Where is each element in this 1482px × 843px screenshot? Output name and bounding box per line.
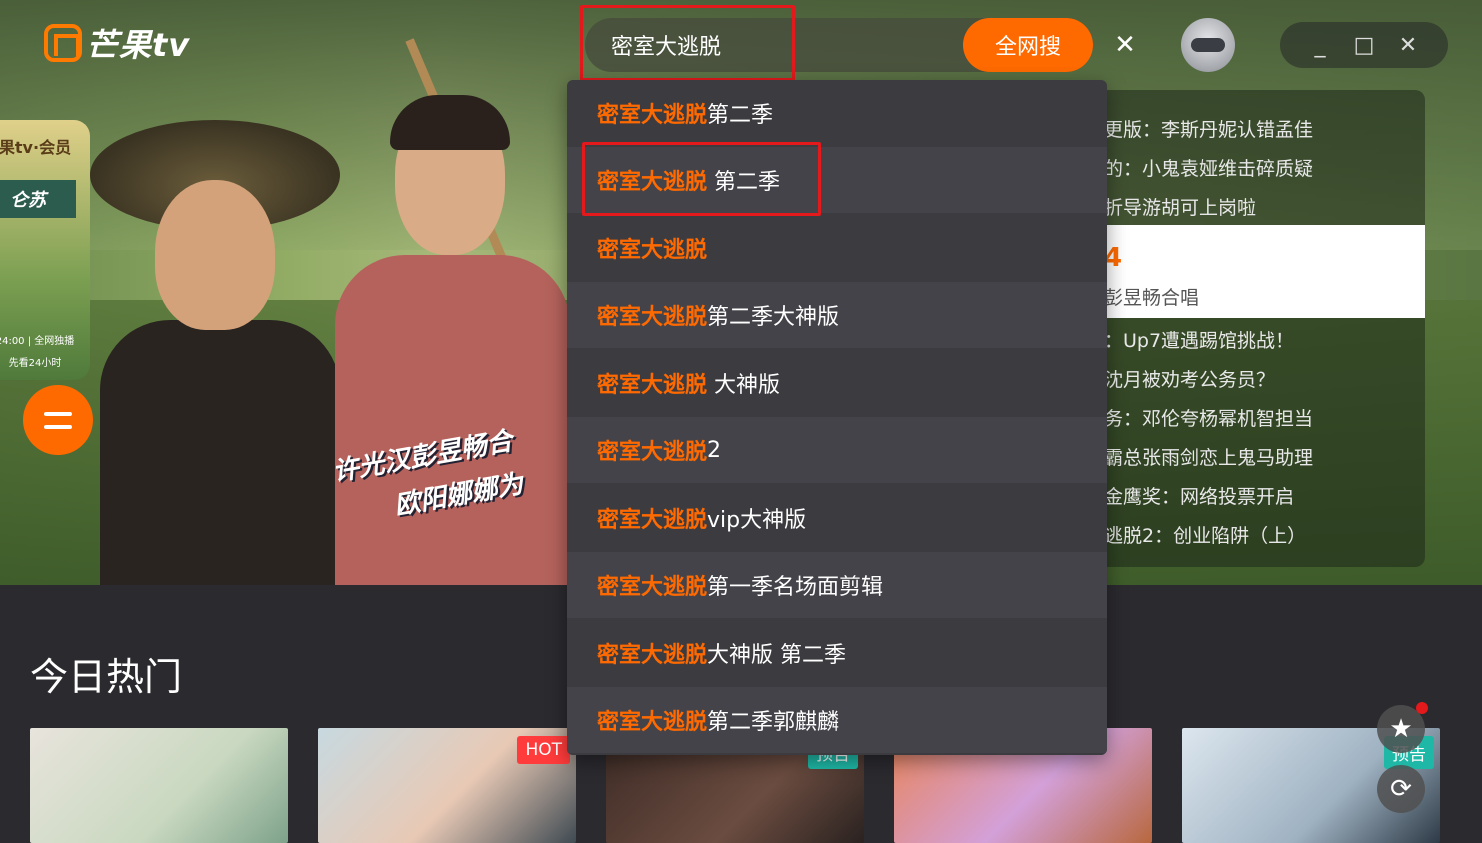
suggestion-item[interactable]: 密室大逃脱 vip大神版 <box>567 485 1107 551</box>
window-controls: _ □ ✕ <box>1280 22 1448 68</box>
mango-logo-icon <box>44 24 82 62</box>
thumbnail-card[interactable] <box>30 728 288 843</box>
notification-dot <box>1416 702 1428 714</box>
refresh-icon: ⟳ <box>1390 774 1412 804</box>
star-icon: ★ <box>1389 714 1413 744</box>
news-item[interactable]: 沈月被劝考公务员？ <box>1104 365 1424 392</box>
news-item[interactable]: ：Up7遭遇踢馆挑战！ <box>1104 326 1424 353</box>
close-icon[interactable]: ✕ <box>1112 30 1138 60</box>
side-menu-button[interactable] <box>23 385 93 455</box>
news-panel: 更版：李斯丹妮认错孟佳 的：小鬼袁娅维击碎质疑 折导游胡可上岗啦 4 彭昱畅合唱… <box>1060 90 1425 567</box>
promo-brand-text: 仑苏 <box>0 180 76 218</box>
app-logo[interactable]: 芒果tv <box>44 22 190 64</box>
promo-time-text: 24:00 | 全网独播 <box>0 336 75 347</box>
minimize-icon[interactable]: _ <box>1307 32 1333 58</box>
suggestion-item[interactable]: 密室大逃脱 第一季名场面剪辑 <box>567 552 1107 618</box>
hot-badge: HOT <box>517 736 570 764</box>
avatar[interactable] <box>1181 18 1235 72</box>
promo-vip-text: 果tv·会员 <box>0 138 72 157</box>
news-item-active[interactable]: 4 彭昱畅合唱 <box>1060 225 1425 318</box>
news-active-subtitle: 彭昱畅合唱 <box>1104 287 1200 309</box>
refresh-button[interactable]: ⟳ <box>1377 765 1425 813</box>
hero-person-left <box>90 110 350 585</box>
menu-icon <box>44 411 72 416</box>
promo-badge: 果tv·会员 仑苏 24:00 | 全网独播 先看24小时 <box>0 120 90 380</box>
news-item[interactable]: 折导游胡可上岗啦 <box>1104 193 1424 220</box>
suggestion-item[interactable]: 密室大逃脱 大神版 <box>567 350 1107 416</box>
window-close-icon[interactable]: ✕ <box>1395 32 1421 58</box>
news-item[interactable]: 更版：李斯丹妮认错孟佳 <box>1104 115 1424 142</box>
suggestion-item[interactable]: 密室大逃脱 第二季大神版 <box>567 282 1107 348</box>
search-all-button[interactable]: 全网搜 <box>963 18 1093 72</box>
suggestion-item[interactable]: 密室大逃脱 <box>567 215 1107 281</box>
promo-early-text: 先看24小时 <box>8 358 62 369</box>
suggestion-item[interactable]: 密室大逃脱 第二季郭麒麟 <box>567 687 1107 753</box>
app-logo-text: 芒果tv <box>86 26 191 64</box>
news-item[interactable]: 霸总张雨剑恋上鬼马助理 <box>1104 443 1424 470</box>
news-item[interactable]: 的：小鬼袁娅维击碎质疑 <box>1104 154 1424 181</box>
news-item[interactable]: 逃脱2：创业陷阱（上） <box>1104 521 1424 548</box>
news-item[interactable]: 务：邓伦夸杨幂机智担当 <box>1104 404 1424 431</box>
section-title: 今日热门 <box>30 655 183 699</box>
search-input[interactable] <box>611 28 941 62</box>
news-item[interactable]: 金鹰奖：网络投票开启 <box>1104 482 1424 509</box>
suggestion-item[interactable]: 密室大逃脱 第二季 <box>567 80 1107 146</box>
suggestion-item[interactable]: 密室大逃脱 大神版 第二季 <box>567 620 1107 686</box>
thumbnail-card[interactable]: HOT <box>318 728 576 843</box>
maximize-icon[interactable]: □ <box>1351 32 1377 58</box>
search-bar: 全网搜 <box>585 18 1093 72</box>
search-suggestions-dropdown: 密室大逃脱 第二季 密室大逃脱 第二季 密室大逃脱 密室大逃脱 第二季大神版 密室大… <box>567 80 1107 755</box>
suggestion-item[interactable]: 密室大逃脱 2 <box>567 417 1107 483</box>
suggestion-item[interactable]: 密室大逃脱 第二季 <box>567 147 1107 213</box>
